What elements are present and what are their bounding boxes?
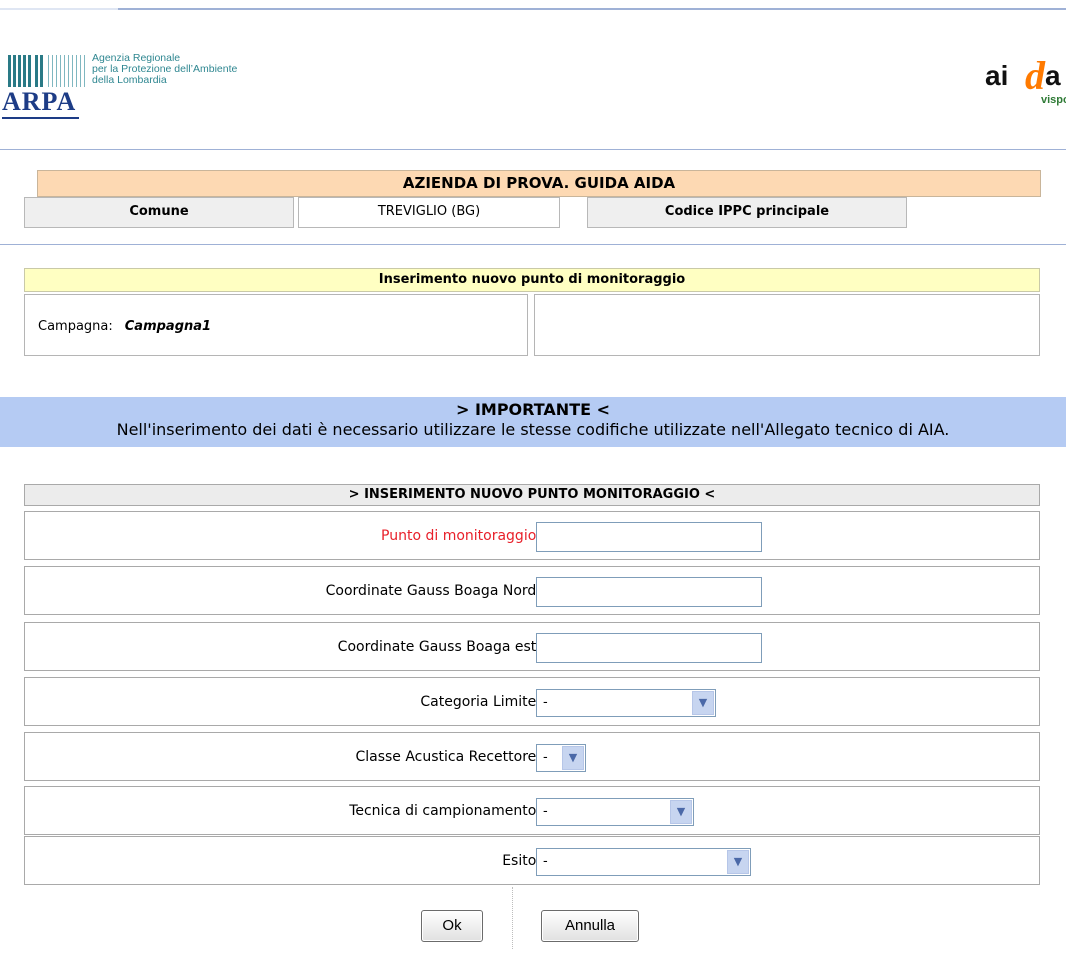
arpa-org-name: Agenzia Regionale per la Protezione dell… (92, 53, 302, 86)
campagna-label: Campagna: (38, 319, 113, 334)
aida-logo-letter: d (1025, 53, 1045, 98)
company-separator (0, 244, 1066, 245)
form-row-esito: Esito: - ▼ (24, 836, 1040, 885)
form-row-punto: Punto di monitoraggio: (24, 511, 1040, 560)
categoria-label: Categoria Limite: (420, 694, 541, 710)
top-bar-line (118, 8, 1066, 10)
campagna-row: Campagna: Campagna1 (38, 317, 211, 337)
form-row-gb-est: Coordinate Gauss Boaga est: (24, 622, 1040, 671)
campagna-value: Campagna1 (124, 319, 212, 334)
tecnica-label: Tecnica di campionamento: (349, 803, 541, 819)
important-message: Nell'inserimento dei dati è necessario u… (116, 420, 950, 439)
form-row-gb-nord: Coordinate Gauss Boaga Nord: (24, 566, 1040, 615)
ippc-label: Codice IPPC principale (587, 197, 907, 228)
form-row-categoria: Categoria Limite: - ▼ (24, 677, 1040, 726)
form-title: > INSERIMENTO NUOVO PUNTO MONITORAGGIO < (24, 484, 1040, 506)
ok-button[interactable]: Ok (421, 910, 483, 942)
insert-section-title: Inserimento nuovo punto di monitoraggio (24, 268, 1040, 292)
comune-label: Comune (24, 197, 294, 228)
arpa-org-line-3: della Lombardia (92, 74, 167, 86)
aida-logo-sub: vispo (1041, 94, 1066, 106)
campagna-side-box (534, 294, 1040, 356)
aida-logo: ai d a vispo (985, 53, 1066, 118)
chevron-down-icon[interactable]: ▼ (692, 691, 714, 715)
form-row-tecnica: Tecnica di campionamento: - ▼ (24, 786, 1040, 835)
categoria-select[interactable]: - ▼ (536, 689, 716, 717)
punto-input[interactable] (536, 522, 762, 552)
chevron-down-icon[interactable]: ▼ (670, 800, 692, 824)
header-separator (0, 149, 1066, 150)
comune-value: TREVIGLIO (BG) (298, 197, 560, 228)
aida-logo-part1: ai (985, 60, 1009, 91)
tecnica-selected: - (543, 804, 548, 819)
form-row-classe: Classe Acustica Recettore: - ▼ (24, 732, 1040, 781)
chevron-down-icon[interactable]: ▼ (562, 746, 584, 770)
company-name: AZIENDA DI PROVA. GUIDA AIDA (37, 170, 1041, 197)
categoria-selected: - (543, 695, 548, 710)
esito-selected: - (543, 854, 548, 869)
gb-est-label: Coordinate Gauss Boaga est: (337, 639, 541, 655)
classe-select[interactable]: - ▼ (536, 744, 586, 772)
aida-logo-part2: a (1045, 60, 1061, 91)
top-bar (0, 0, 1066, 8)
gb-nord-label: Coordinate Gauss Boaga Nord: (325, 583, 541, 599)
gb-est-input[interactable] (536, 633, 762, 663)
arpa-logo-word: ARPA (2, 87, 80, 119)
esito-select[interactable]: - ▼ (536, 848, 751, 876)
important-title: > IMPORTANTE < (455, 400, 611, 419)
button-divider (512, 887, 513, 949)
classe-label: Classe Acustica Recettore: (355, 749, 541, 765)
classe-selected: - (543, 750, 548, 765)
punto-label: Punto di monitoraggio: (381, 528, 541, 544)
chevron-down-icon[interactable]: ▼ (727, 850, 749, 874)
top-bar-tab (0, 8, 118, 10)
important-banner: > IMPORTANTE < Nell'inserimento dei dati… (0, 397, 1066, 447)
cancel-button[interactable]: Annulla (541, 910, 639, 942)
arpa-logo-icon (8, 55, 88, 87)
tecnica-select[interactable]: - ▼ (536, 798, 694, 826)
gb-nord-input[interactable] (536, 577, 762, 607)
